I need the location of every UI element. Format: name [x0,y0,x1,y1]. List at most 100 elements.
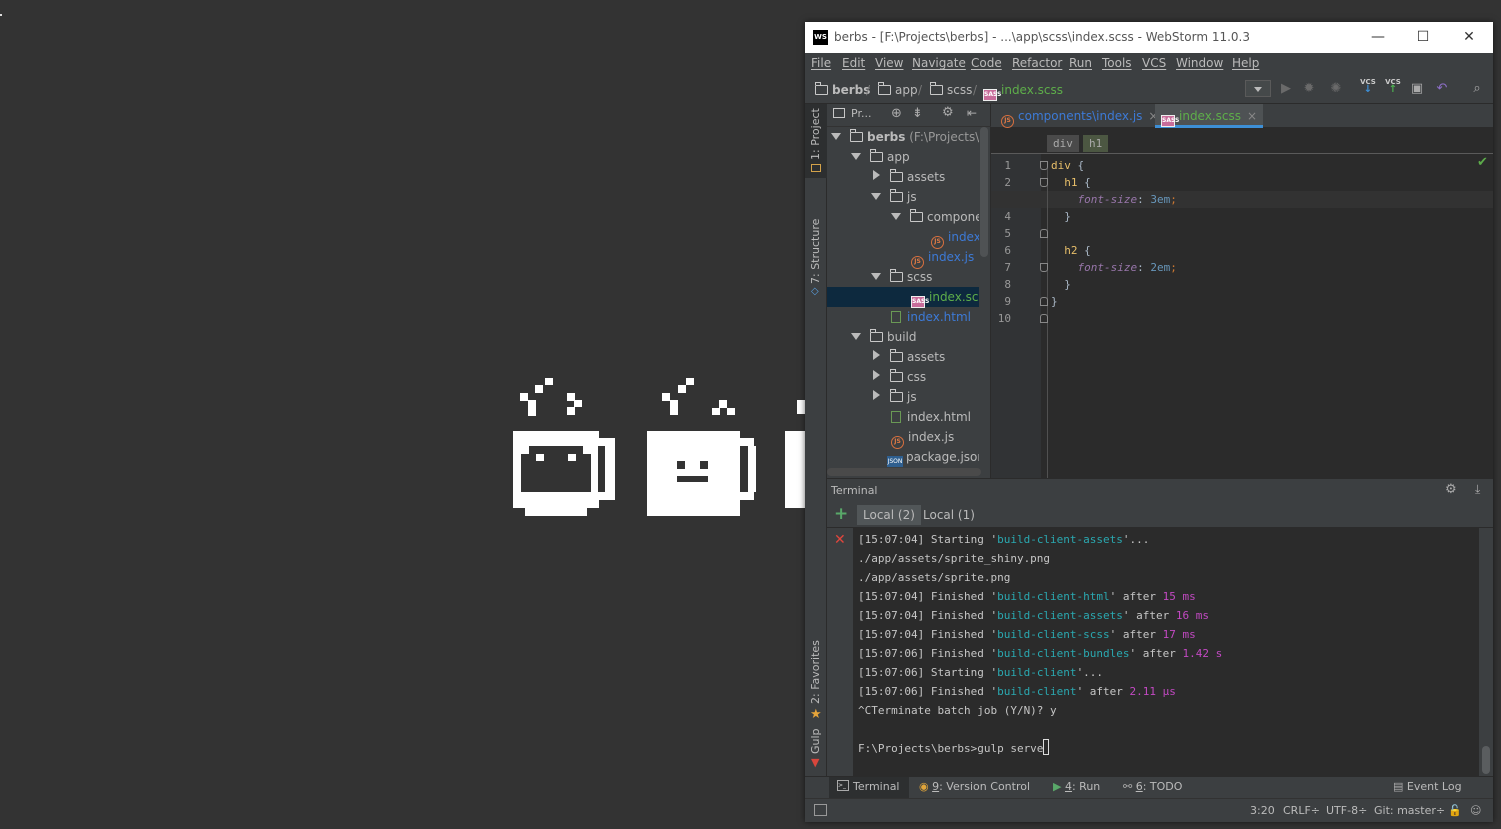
tool-tab-version-control[interactable]: ◉ 9: Version Control [919,780,1030,793]
tree-item-components[interactable]: compone [891,207,979,227]
tree-item-scss-index[interactable]: SASSindex.scss [827,287,979,308]
folder-icon [889,349,903,362]
nav-crumb-scss[interactable]: scss [929,82,972,97]
status-bar: 3:20 CRLF÷ UTF-8÷ Git: master÷ 🔓 ☺ [805,798,1493,822]
minimize-button[interactable]: — [1362,26,1394,48]
tab-local-1[interactable]: Local (1) [917,505,981,525]
code-text-area[interactable]: div { h1 { font-size: 3em; } h2 { font-s… [991,157,1479,478]
tab-local-2[interactable]: Local (2) [857,505,921,525]
run-config-dropdown[interactable] [1245,80,1271,97]
breadcrumb-div[interactable]: div [1047,135,1079,152]
hide-panel-icon[interactable]: ⇤ [967,106,977,120]
tree-item-js-index[interactable]: JS index.js [911,247,974,269]
revert-icon[interactable]: ↶ [1434,81,1450,97]
project-view-selector[interactable]: Pr... [851,107,871,120]
gulp-tool-tab[interactable]: Gulp ▼ [805,724,827,769]
vcs-history-icon[interactable]: ▣ [1409,81,1425,97]
lock-icon[interactable]: 🔓 [1448,804,1462,817]
tree-item-build-css[interactable]: css [871,367,926,387]
menu-run[interactable]: Run [1069,56,1092,70]
menu-edit[interactable]: Edit [842,56,865,70]
terminal-output[interactable]: [15:07:04] Starting 'build-client-assets… [853,528,1479,776]
gulp-icon: ▼ [811,756,820,769]
caret-position[interactable]: 3:20 [1250,804,1275,817]
tab-components-index-js[interactable]: JS components\index.js × [995,104,1164,128]
run-icon[interactable]: ▶ [1278,81,1294,97]
left-tool-strip: 1: Project 7: Structure ◇ 2: Favorites ★… [805,104,827,776]
hide-panel-icon[interactable]: ⤓ [1475,482,1480,497]
tree-item-package-json[interactable]: JSON package.json [887,447,979,467]
terminal-scrollbar[interactable] [1479,528,1493,776]
close-tab-icon[interactable]: × [1247,109,1257,123]
tree-item-assets[interactable]: assets [871,167,945,187]
menu-help[interactable]: Help [1232,56,1259,70]
vcs-commit-icon[interactable]: VCS ↑ [1385,78,1401,95]
menu-file[interactable]: File [811,56,831,70]
menu-window[interactable]: Window [1176,56,1223,70]
tree-item-app[interactable]: app [851,147,910,167]
favorites-tool-tab[interactable]: 2: Favorites ★ [805,629,827,724]
tab-index-scss[interactable]: SASSindex.scss × [1155,104,1264,128]
terminal-tab-bar: + Local (2) Local (1) [827,502,1493,528]
maximize-button[interactable]: ☐ [1407,26,1439,48]
tree-item-index-html[interactable]: index.html [891,307,971,327]
tree-item-build-assets[interactable]: assets [871,347,945,367]
breadcrumb-h1[interactable]: h1 [1083,135,1109,152]
nav-crumb-index-scss[interactable]: SASSindex.scss [983,83,1063,101]
encoding-selector[interactable]: UTF-8÷ [1326,804,1367,817]
nav-crumb-app[interactable]: app [877,82,918,97]
menu-code[interactable]: Code [971,56,1002,70]
collapse-all-icon[interactable]: ⇟ [912,106,923,121]
inspector-icon[interactable]: ☺ [1470,804,1481,817]
close-window-button[interactable]: ✕ [1453,26,1485,48]
tree-item-js[interactable]: js [871,187,917,207]
menu-tools[interactable]: Tools [1102,56,1132,70]
tree-item-components-index[interactable]: JS index [931,227,979,249]
scroll-from-source-icon[interactable]: ⊕ [891,106,902,121]
terminal-header: Terminal ⚙ ⤓ [827,478,1493,502]
menu-navigate[interactable]: Navigate [912,56,966,70]
tree-item-build-index-js[interactable]: JS index.js [891,427,954,449]
gear-icon[interactable]: ⚙ [1445,482,1457,497]
no-errors-check-icon: ✔ [1477,155,1488,170]
structure-tool-tab[interactable]: 7: Structure ◇ [805,204,827,297]
scrollbar-thumb[interactable] [1482,746,1490,774]
editor-tab-bar: JS components\index.js × SASSindex.scss × [991,104,1493,128]
tool-tab-terminal[interactable]: >_ Terminal [829,777,909,799]
terminal-line: [15:07:04] Finished 'build-client-html' … [858,590,1196,603]
tool-windows-toggle-icon[interactable] [814,804,827,816]
tool-tab-event-log[interactable]: ▤ Event Log [1393,780,1462,793]
tree-horizontal-scrollbar[interactable] [827,468,981,476]
nav-crumb-berbs[interactable]: berbs [814,82,870,97]
line-separator-selector[interactable]: CRLF÷ [1283,804,1320,817]
tree-item-build-index-html[interactable]: index.html [891,407,971,427]
menu-view[interactable]: View [875,56,903,70]
git-branch-selector[interactable]: Git: master÷ [1374,804,1445,817]
tree-item-build-js[interactable]: js [871,387,917,407]
debug-icon[interactable]: ✹ [1301,81,1317,97]
vcs-update-icon[interactable]: VCS ↓ [1360,78,1376,95]
tree-item-scss[interactable]: scss [871,267,932,287]
tag-breadcrumb-bar: div h1 [991,128,1493,154]
editor-area: JS components\index.js × SASSindex.scss × d… [991,104,1493,478]
tree-item-berbs[interactable]: berbs (F:\Projects\be [831,127,979,147]
star-icon: ★ [810,707,822,722]
event-log-icon: ▤ [1393,780,1404,793]
coverage-icon[interactable]: ✺ [1328,81,1344,97]
close-session-icon[interactable]: ✕ [834,532,846,548]
webstorm-logo-icon: WS [813,30,828,45]
menu-vcs[interactable]: VCS [1142,56,1166,70]
code-line-7: font-size: 2em; [1051,261,1177,274]
tool-tab-run[interactable]: ▶ 4: Run [1053,780,1100,793]
new-session-plus-icon[interactable]: + [834,504,848,524]
menu-refactor[interactable]: Refactor [1012,56,1062,70]
project-tool-tab[interactable]: 1: Project [805,104,827,178]
tree-item-build[interactable]: build [851,327,917,347]
gear-icon[interactable]: ⚙ [942,105,954,120]
tree-vertical-scrollbar[interactable] [980,127,988,257]
search-icon[interactable]: ⌕ [1469,81,1485,97]
folder-icon [889,269,903,282]
folder-icon [814,82,828,95]
project-toolbar: Pr... ⊕ ⇟ ⚙ ⇤ [827,104,991,127]
tool-tab-todo[interactable]: ⚯ 6: TODO [1123,780,1182,793]
